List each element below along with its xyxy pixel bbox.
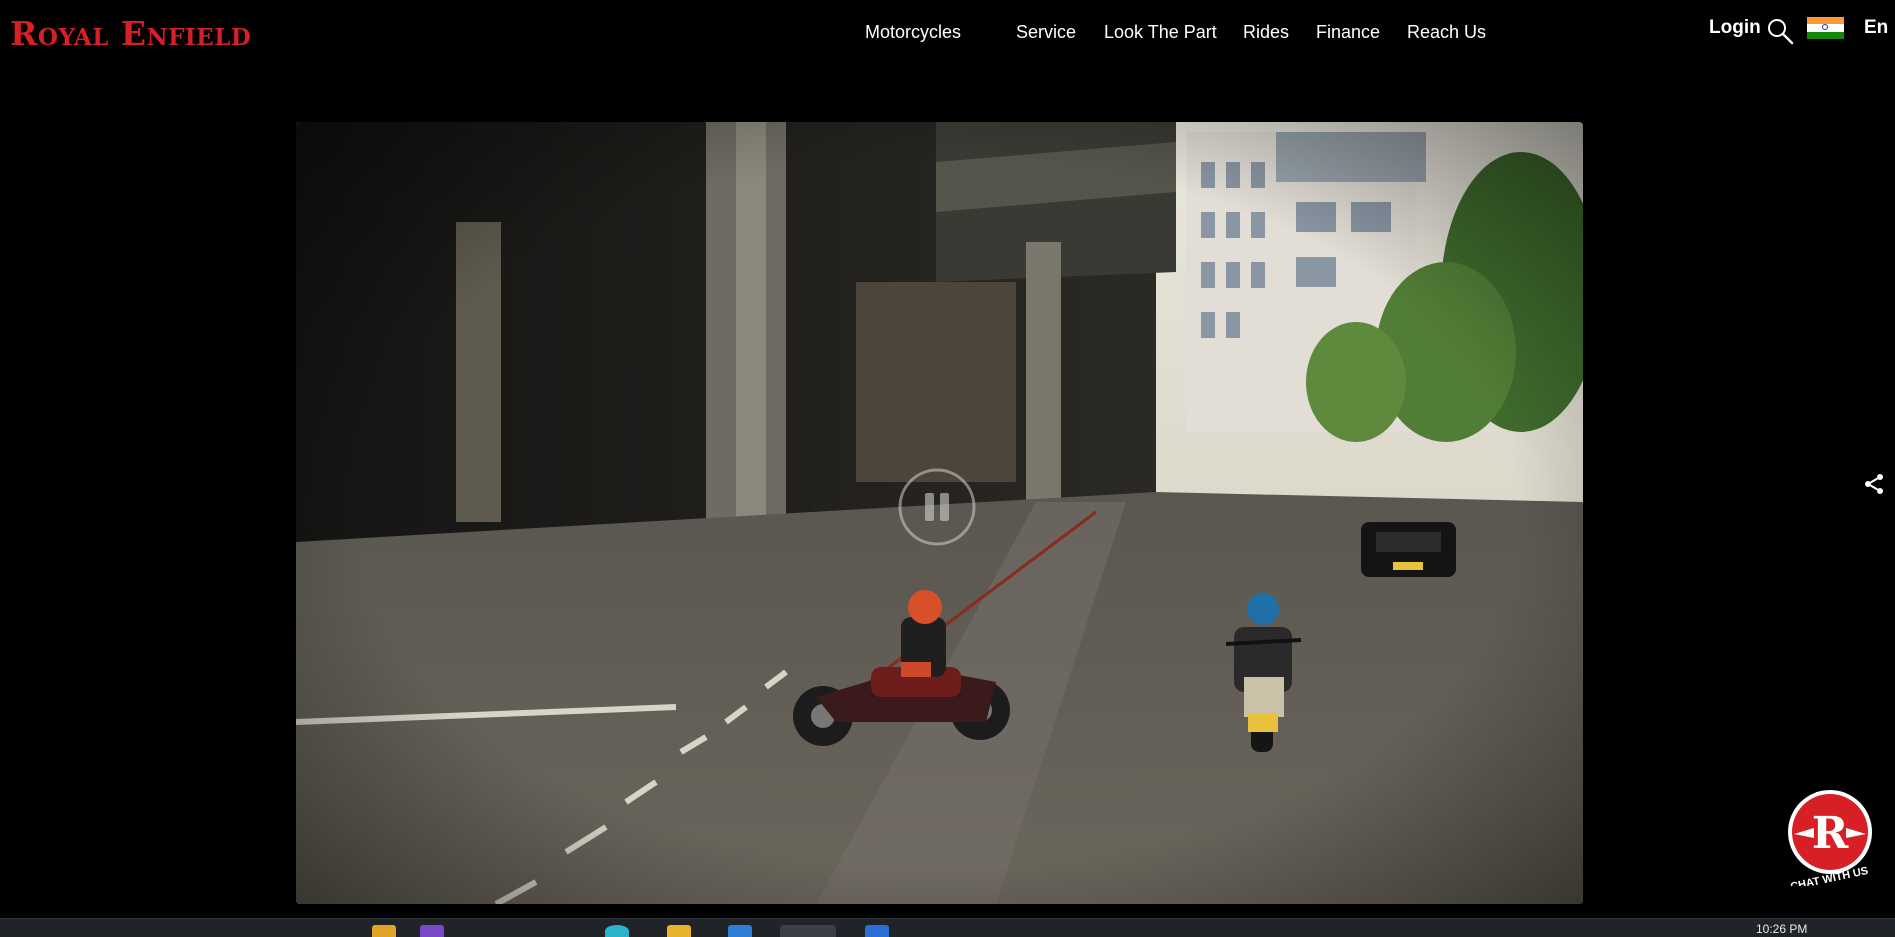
taskbar-app-icon[interactable] (865, 925, 889, 937)
chat-logo-icon: R CHAT WITH US (1788, 790, 1872, 893)
site-header: Royal Enfield Motorcycles Service Look T… (0, 0, 1895, 80)
file-explorer-icon[interactable] (667, 925, 691, 937)
nav-rides[interactable]: Rides (1243, 22, 1289, 43)
pause-icon (925, 493, 934, 521)
login-link[interactable]: Login (1709, 17, 1761, 39)
chrome-taskbar-icon[interactable] (780, 925, 836, 937)
nav-finance[interactable]: Finance (1316, 22, 1380, 43)
chat-with-us-button[interactable]: R CHAT WITH US (1784, 788, 1876, 893)
os-taskbar: 10:26 PM (0, 918, 1895, 937)
taskbar-app-icon[interactable] (605, 925, 629, 937)
india-flag-icon[interactable] (1807, 17, 1844, 39)
taskbar-app-icon[interactable] (728, 925, 752, 937)
hero-video[interactable] (296, 122, 1583, 904)
language-selector[interactable]: En (1864, 17, 1888, 39)
pause-button[interactable] (897, 467, 977, 547)
taskbar-app-icon[interactable] (372, 925, 396, 937)
nav-look-the-part[interactable]: Look The Part (1104, 22, 1217, 43)
taskbar-app-icon[interactable] (420, 925, 444, 937)
svg-text:R: R (1812, 808, 1849, 859)
nav-motorcycles[interactable]: Motorcycles (865, 22, 961, 43)
nav-service[interactable]: Service (1016, 22, 1076, 43)
search-icon[interactable] (1766, 17, 1794, 45)
royal-enfield-logo[interactable]: Royal Enfield (10, 14, 251, 53)
share-icon[interactable] (1862, 472, 1886, 496)
taskbar-clock: 10:26 PM (1756, 922, 1808, 936)
nav-reach-us[interactable]: Reach Us (1407, 22, 1486, 43)
